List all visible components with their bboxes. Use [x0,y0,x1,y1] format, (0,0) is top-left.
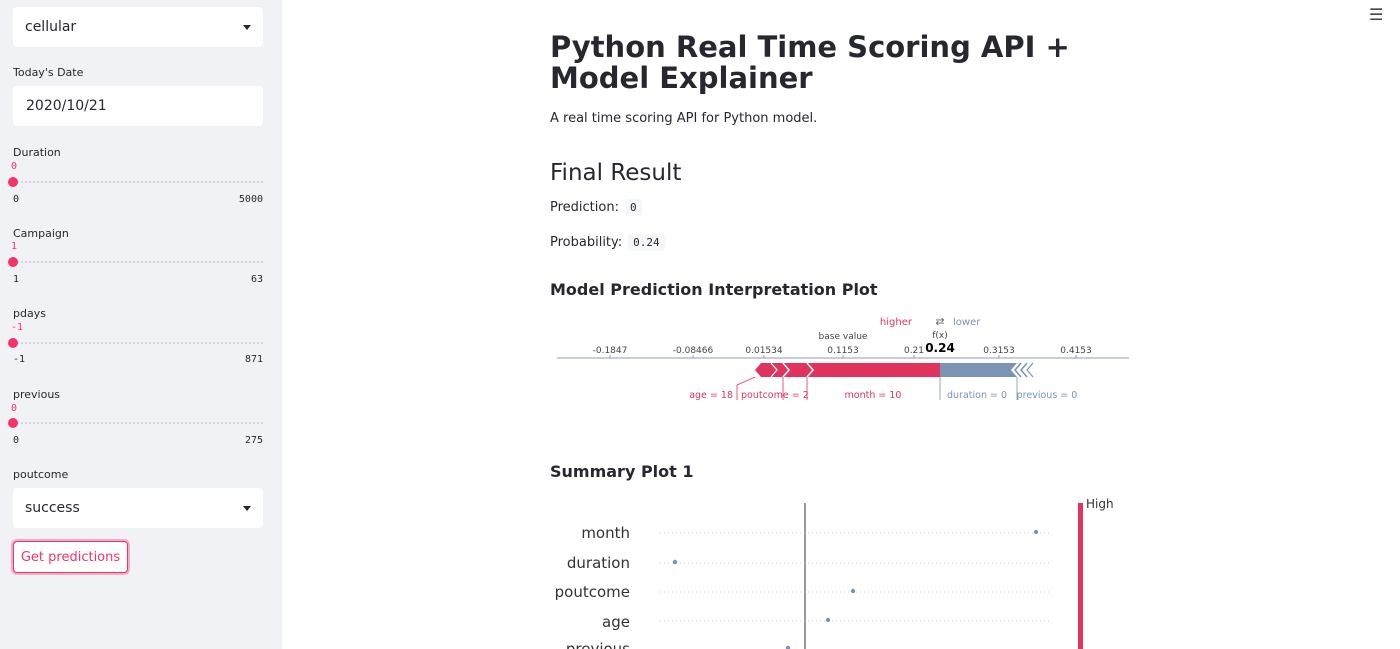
force-plot-tick-label: 0.01534 [745,346,782,356]
duration-slider-thumb[interactable] [8,177,18,187]
probability-label: Probability: [550,235,623,250]
campaign-min: 1 [13,274,20,285]
colorbar-high-label: High [1086,497,1114,511]
pdays-slider-track[interactable] [13,342,263,344]
force-plot-tick-label: -0.1847 [593,346,628,356]
campaign-range: 1 63 [13,274,263,285]
feature-label-duration: duration = 0 [947,390,1007,401]
force-plot-tick-label: 0.4153 [1060,346,1092,356]
chevron-down-icon [243,24,251,30]
contact-select[interactable]: cellular [13,7,263,47]
final-result-header: Final Result [550,160,682,186]
force-plot-tick-label: -0.08466 [673,346,714,356]
previous-min: 0 [13,435,20,446]
poutcome-select-value: success [25,500,80,516]
feature-label-month: month = 10 [845,390,902,401]
data-point [850,588,856,594]
feature-label-previous: previous = 0 [1017,390,1078,401]
contact-select-value: cellular [25,19,77,35]
prediction-row: Prediction: 0 [550,199,642,216]
get-predictions-button[interactable]: Get predictions [13,541,128,573]
fx-label: f(x) [932,331,948,341]
feature-name-poutcome: poutcome [555,583,630,601]
poutcome-select[interactable]: success [13,488,263,528]
campaign-max: 63 [250,274,263,285]
prediction-label: Prediction: [550,200,619,215]
previous-slider-track[interactable] [13,422,263,424]
pdays-min: -1 [13,354,26,365]
duration-label: Duration [13,146,61,159]
probability-value: 0.24 [628,234,665,251]
pdays-max: 871 [244,354,263,365]
data-point [672,559,678,565]
hamburger-icon[interactable]: ☰ [1369,5,1383,24]
duration-min: 0 [13,194,20,205]
duration-range: 0 5000 [13,194,263,205]
previous-label: previous [13,388,61,401]
duration-max: 5000 [238,194,263,205]
data-point [1033,529,1039,535]
pdays-label: pdays [13,307,46,320]
probability-row: Probability: 0.24 [550,234,665,251]
campaign-slider-track[interactable] [13,261,263,263]
force-plot-tick-label: 0.21 [904,346,924,356]
poutcome-label: poutcome [13,468,69,481]
data-point [825,617,831,623]
previous-range: 0 275 [13,435,263,446]
feature-name-month: month [581,524,630,542]
previous-slider-thumb[interactable] [8,418,18,428]
date-value: 2020/10/21 [26,98,107,114]
force-plot: higher ⇄ lower base value f(x) 0.24 -0.1… [557,315,1129,401]
force-plot-tick-label: 0.3153 [983,346,1015,356]
base-value-label: base value [819,332,868,342]
force-plot-header: Model Prediction Interpretation Plot [550,280,878,299]
force-plot-ticks: -0.1847 -0.08466 0.01534 0.1153 0.21 0.3153 0.… [593,346,1092,358]
feature-separator [1026,362,1034,378]
lower-label: lower [953,317,981,328]
date-label: Today's Date [13,66,84,79]
previous-value: 0 [11,403,18,414]
fx-value: 0.24 [925,341,955,355]
arrows-icon: ⇄ [935,315,944,328]
previous-max: 275 [244,435,263,446]
campaign-slider-thumb[interactable] [8,257,18,267]
campaign-value: 1 [11,241,18,252]
force-plot-tick-label: 0.1153 [827,346,859,356]
duration-slider-track[interactable] [13,181,263,183]
force-plot-bars [755,362,1034,378]
page-title: Python Real Time Scoring API + Model Exp… [550,30,1070,95]
pdays-value: -1 [11,322,24,333]
summary-plot: month duration poutcome age previous Hig… [555,497,1114,649]
sidebar: cellular Today's Date 2020/10/21 Duratio… [0,0,282,649]
negative-bar [940,363,1017,377]
pdays-slider-thumb[interactable] [8,338,18,348]
pdays-range: -1 871 [13,354,263,365]
duration-value: 0 [11,161,18,172]
colorbar [1078,503,1083,649]
feature-name-duration: duration [567,554,630,572]
positive-bar [755,363,940,377]
feature-label-age: age = 18 [689,390,733,401]
campaign-label: Campaign [13,227,69,240]
date-input[interactable]: 2020/10/21 [13,86,263,126]
feature-name-age: age [602,613,630,631]
prediction-value: 0 [624,199,642,216]
feature-separator [1020,362,1028,378]
feature-name-previous: previous [566,640,630,649]
higher-label: higher [880,317,913,328]
summary-plot-header: Summary Plot 1 [550,462,694,481]
feature-rows: month duration poutcome age previous [555,524,1050,649]
chevron-down-icon [243,505,251,511]
page-subtitle: A real time scoring API for Python model… [550,111,818,126]
feature-label-poutcome: poutcome = 2 [741,390,809,401]
